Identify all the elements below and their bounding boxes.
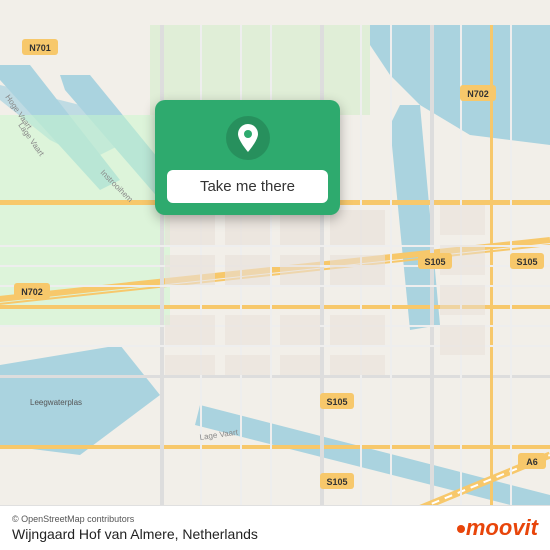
svg-text:S105: S105 (326, 477, 347, 487)
moovit-dot-icon (457, 525, 465, 533)
svg-text:N702: N702 (467, 89, 489, 99)
location-pin-icon (226, 116, 270, 160)
popup-card: Take me there (155, 100, 340, 215)
take-me-there-button[interactable]: Take me there (167, 170, 328, 203)
svg-text:Leegwaterplas: Leegwaterplas (30, 398, 82, 407)
bottom-bar: © OpenStreetMap contributors Wijngaard H… (0, 505, 550, 550)
moovit-logo: moovit (457, 515, 538, 541)
svg-text:A6: A6 (526, 457, 538, 467)
svg-text:S105: S105 (326, 397, 347, 407)
location-label: Wijngaard Hof van Almere, Netherlands (12, 526, 258, 542)
map-container: N701 N702 N702 S105 S105 S105 S105 A6 Kn… (0, 0, 550, 550)
bottom-info: © OpenStreetMap contributors Wijngaard H… (12, 514, 258, 542)
svg-text:N701: N701 (29, 43, 51, 53)
osm-attribution: © OpenStreetMap contributors (12, 514, 258, 524)
svg-text:S105: S105 (424, 257, 445, 267)
svg-text:N702: N702 (21, 287, 43, 297)
moovit-brand-text: moovit (457, 515, 538, 541)
svg-text:S105: S105 (516, 257, 537, 267)
